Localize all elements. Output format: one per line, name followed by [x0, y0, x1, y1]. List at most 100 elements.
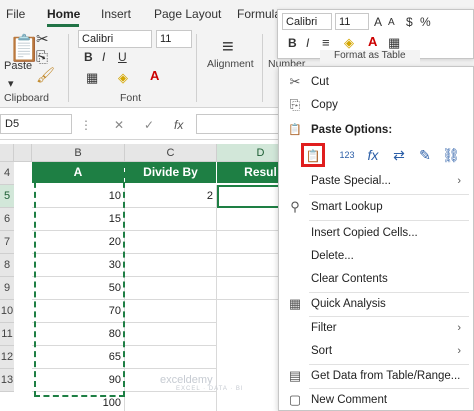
menu-item-filter[interactable]: Filter › — [279, 317, 473, 339]
tab-file[interactable]: File — [6, 7, 25, 21]
row-header[interactable]: 11 — [0, 323, 14, 346]
mini-currency-icon[interactable]: $ — [406, 15, 413, 29]
column-header-c[interactable]: C — [125, 144, 217, 162]
table-icon: ▤ — [288, 368, 302, 383]
menu-item-label: Clear Contents — [311, 273, 388, 285]
paste-option-paste[interactable]: 📋 — [301, 143, 325, 167]
row-header[interactable]: 9 — [0, 277, 14, 300]
copy-icon[interactable]: ⎘ — [36, 50, 48, 66]
menu-item-delete[interactable]: Delete... — [279, 245, 473, 267]
paste-transpose-icon: ⇄ — [393, 147, 405, 163]
italic-button[interactable]: I — [102, 50, 105, 64]
table-cell[interactable]: 2 — [125, 185, 217, 208]
font-group-label: Font — [120, 92, 142, 104]
menu-separator — [309, 194, 469, 195]
chevron-right-icon: › — [457, 322, 461, 334]
tab-insert[interactable]: Insert — [101, 7, 131, 21]
mini-borders-icon[interactable]: ▦ — [388, 35, 400, 51]
menu-item-label: Get Data from Table/Range... — [311, 370, 461, 382]
table-cell[interactable] — [125, 323, 217, 346]
mini-font-name-box[interactable]: Calibri — [282, 13, 332, 30]
watermark-logo: exceldemy — [160, 374, 213, 386]
borders-icon[interactable]: ▦ — [86, 70, 98, 86]
clipboard-group-label: Clipboard — [4, 92, 49, 104]
copy-icon: ⎘ — [289, 97, 301, 112]
scissors-icon[interactable]: ✂ — [36, 32, 49, 48]
format-painter-icon[interactable]: 🖌 — [36, 68, 55, 84]
mini-bold-button[interactable]: B — [288, 36, 297, 50]
row-header[interactable]: 12 — [0, 346, 14, 369]
menu-item-label: Insert Copied Cells... — [311, 227, 418, 239]
mini-increase-font-icon[interactable]: A — [374, 15, 382, 29]
row-header[interactable]: 5 — [0, 185, 14, 208]
name-box[interactable]: D5 — [0, 114, 72, 134]
cancel-icon[interactable]: ✕ — [114, 118, 124, 132]
menu-item-get-data[interactable]: ▤ Get Data from Table/Range... — [279, 365, 473, 387]
paste-values-icon: 123 — [339, 150, 355, 160]
bold-button[interactable]: B — [84, 50, 93, 64]
formula-input[interactable] — [196, 114, 286, 134]
menu-item-quick-analysis[interactable]: ▦ Quick Analysis — [279, 293, 473, 315]
mini-decrease-font-icon[interactable]: A — [388, 17, 395, 28]
row-header[interactable]: 6 — [0, 208, 14, 231]
table-cell[interactable] — [125, 300, 217, 323]
tab-page-layout[interactable]: Page Layout — [154, 7, 221, 21]
menu-item-cut[interactable]: ✂ Cut — [279, 71, 473, 93]
font-color-button[interactable]: A — [150, 68, 159, 83]
font-size-box[interactable]: 11 — [156, 30, 192, 48]
menu-item-copy[interactable]: ⎘ Copy — [279, 94, 473, 116]
paste-option-link[interactable]: ⛓ — [439, 143, 463, 167]
column-header-b[interactable]: B — [32, 144, 125, 162]
menu-item-smart-lookup[interactable]: ⚲ Smart Lookup — [279, 196, 473, 218]
insert-function-icon[interactable]: fx — [174, 118, 183, 132]
mini-font-size-box[interactable]: 11 — [335, 13, 369, 30]
row-header[interactable]: 4 — [0, 162, 14, 185]
row-header[interactable]: 7 — [0, 231, 14, 254]
table-header-divide-by[interactable]: Divide By — [125, 162, 217, 183]
context-menu: ✂ Cut ⎘ Copy 📋 Paste Options: 📋 123 fx ⇄… — [278, 66, 474, 411]
tab-formulas[interactable]: Formula — [237, 7, 281, 21]
row-header[interactable]: 10 — [0, 300, 14, 323]
enter-icon[interactable]: ✓ — [144, 118, 154, 132]
row-header[interactable]: 8 — [0, 254, 14, 277]
mini-percent-icon[interactable]: % — [420, 15, 431, 29]
table-cell[interactable] — [125, 277, 217, 300]
table-cell[interactable] — [125, 346, 217, 369]
mini-align-icon[interactable]: ≡ — [322, 35, 330, 50]
scissors-icon: ✂ — [289, 74, 301, 89]
menu-separator — [309, 220, 469, 221]
paste-option-formatting[interactable]: ✎ — [413, 143, 437, 167]
column-header-a[interactable] — [14, 144, 32, 162]
menu-item-sort[interactable]: Sort › — [279, 340, 473, 362]
paste-dropdown-icon[interactable]: ▾ — [8, 76, 14, 92]
mini-italic-button[interactable]: I — [306, 36, 309, 50]
font-name-box[interactable]: Calibri — [78, 30, 152, 48]
row-header[interactable]: 13 — [0, 369, 14, 392]
paste-option-formulas[interactable]: fx — [361, 143, 385, 167]
table-cell[interactable] — [125, 254, 217, 277]
mini-font-color-button[interactable]: A — [368, 34, 377, 49]
menu-item-insert-copied-cells[interactable]: Insert Copied Cells... — [279, 222, 473, 244]
paste-option-transpose[interactable]: ⇄ — [387, 143, 411, 167]
chevron-right-icon: › — [457, 345, 461, 357]
mini-fill-color-icon[interactable]: ◈ — [344, 35, 354, 51]
menu-item-new-comment[interactable]: ▢ New Comment — [279, 389, 473, 411]
menu-item-label: Paste Options: — [311, 124, 393, 136]
watermark-subtitle: EXCEL · DATA · BI — [176, 386, 244, 392]
fill-color-icon[interactable]: ◈ — [118, 70, 128, 86]
select-all-corner[interactable] — [0, 144, 14, 162]
paste-link-icon: ⛓ — [442, 147, 460, 163]
table-cell[interactable] — [125, 208, 217, 231]
alignment-group-label[interactable]: Alignment — [207, 58, 254, 70]
paste-button[interactable]: Paste — [4, 60, 32, 72]
menu-item-paste-special[interactable]: Paste Special... › — [279, 170, 473, 192]
tab-home[interactable]: Home — [47, 7, 80, 21]
paste-option-values[interactable]: 123 — [335, 143, 359, 167]
menu-item-clear-contents[interactable]: Clear Contents — [279, 268, 473, 290]
alignment-icon[interactable]: ≡ — [222, 36, 234, 58]
menu-item-label: Smart Lookup — [311, 201, 383, 213]
table-cell[interactable] — [125, 231, 217, 254]
underline-button[interactable]: U — [118, 50, 127, 64]
active-tab-indicator — [47, 24, 79, 27]
table-cell[interactable] — [125, 392, 217, 411]
